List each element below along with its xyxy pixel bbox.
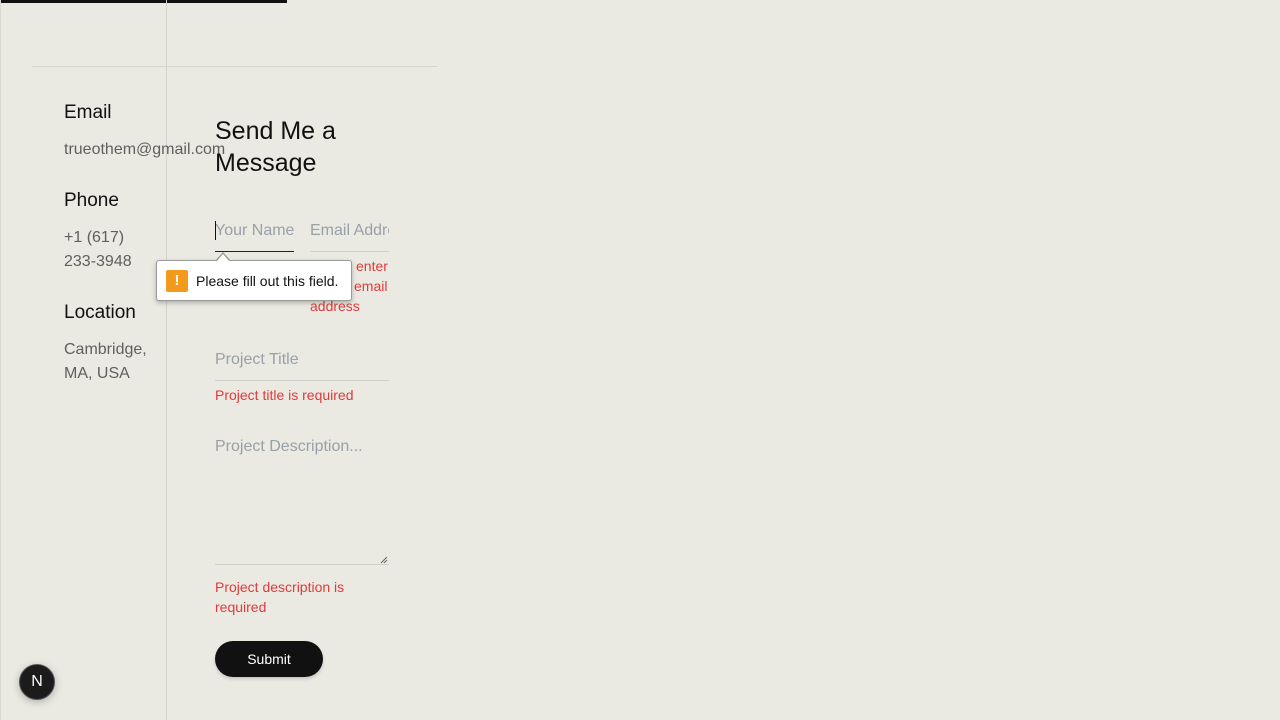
text-caret	[215, 221, 216, 240]
page-progress-bar	[0, 0, 287, 3]
nextjs-logo-icon[interactable]: N	[19, 664, 55, 700]
horizontal-divider	[32, 66, 437, 67]
location-heading: Location	[64, 302, 136, 323]
email-input-underline	[310, 251, 389, 252]
email-input[interactable]	[310, 218, 389, 252]
project-description-textarea[interactable]	[215, 438, 389, 565]
phone-value-line1: +1 (617)	[64, 229, 125, 246]
project-title-error: Project title is required	[215, 387, 354, 403]
project-description-error: Project description is required	[215, 579, 345, 615]
warning-icon: !	[166, 270, 188, 292]
email-error-line2: email	[354, 278, 388, 294]
resize-grip-icon[interactable]	[380, 556, 388, 564]
phone-value-line2: 233-3948	[64, 253, 132, 270]
email-input-wrapper	[310, 218, 389, 252]
email-error-line1: enter	[356, 258, 388, 274]
tooltip-message: Please fill out this field.	[196, 273, 339, 289]
email-heading: Email	[64, 102, 112, 123]
page: Email trueothem@gmail.com Phone +1 (617)…	[0, 0, 1280, 720]
tooltip-arrow	[216, 254, 230, 262]
form-title: Send Me a Message	[215, 117, 336, 177]
project-title-input[interactable]	[215, 347, 389, 381]
validation-tooltip: ! Please fill out this field.	[156, 260, 352, 301]
column-divider	[166, 0, 167, 720]
phone-heading: Phone	[64, 190, 119, 211]
location-value-line2: MA, USA	[64, 365, 130, 382]
email-value[interactable]: trueothem@gmail.com	[64, 138, 225, 162]
name-input[interactable]	[215, 218, 294, 252]
location-value-line1: Cambridge,	[64, 341, 147, 358]
submit-button[interactable]: Submit	[215, 641, 323, 677]
left-border	[0, 0, 1, 720]
